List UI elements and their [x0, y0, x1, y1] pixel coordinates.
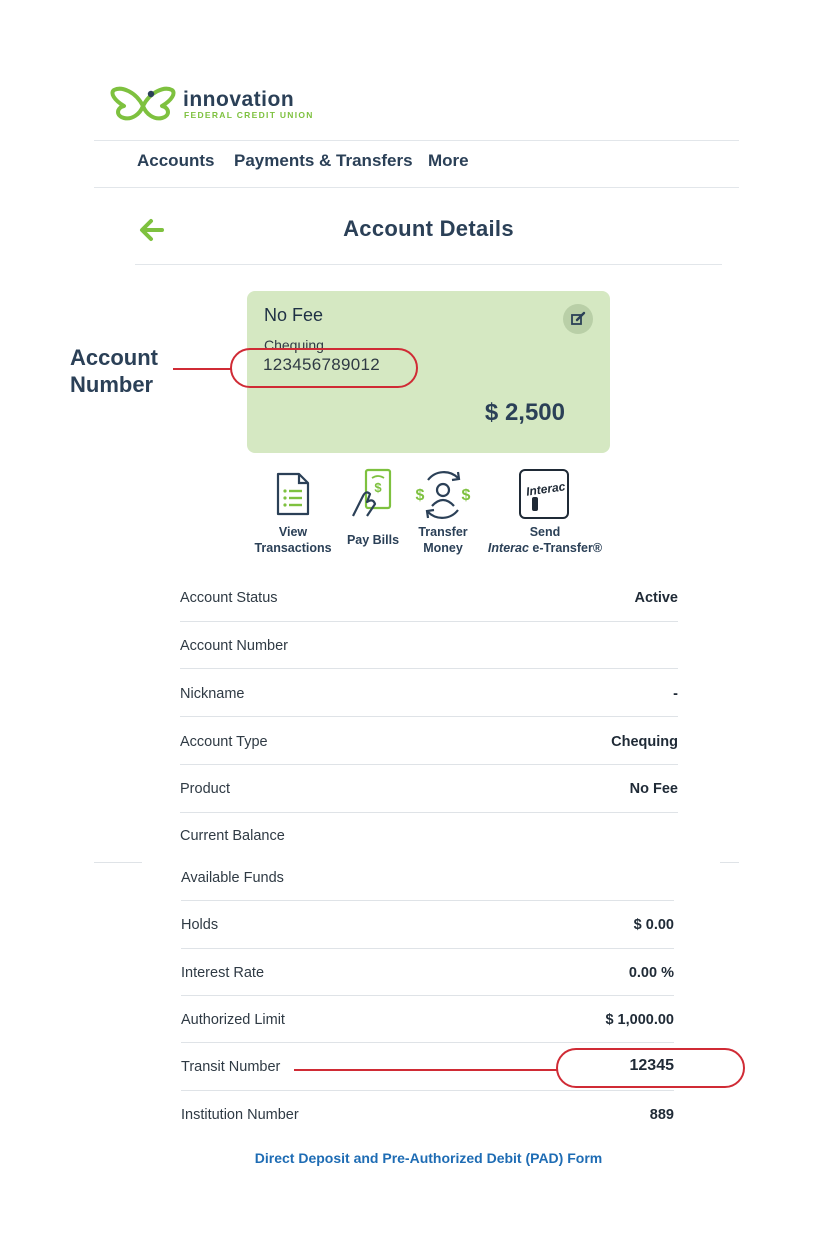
detail-value-account-type: Chequing: [611, 734, 678, 750]
card-balance: $ 2,500: [484, 399, 565, 426]
document-list-icon: [276, 472, 310, 516]
transfer-money-line2: Money: [423, 541, 463, 555]
detail-value-institution-number: 889: [649, 1107, 674, 1123]
detail-label-authorized-limit: Authorized Limit: [181, 1012, 285, 1028]
detail-separator: [180, 764, 678, 765]
annotation-label-line1: Account: [70, 345, 158, 370]
header-divider-top: [94, 140, 739, 141]
detail-value-product: No Fee: [629, 781, 678, 797]
nav-more[interactable]: More: [428, 151, 469, 171]
svg-text:$: $: [416, 487, 425, 504]
interac-brand-text: Interac: [487, 541, 529, 555]
detail-label-current-balance: Current Balance: [180, 828, 285, 844]
view-transactions-button[interactable]: View Transactions: [250, 468, 336, 558]
title-divider: [135, 264, 722, 265]
page-title: Account Details: [343, 216, 514, 241]
svg-text:$: $: [462, 487, 471, 504]
butterfly-logo-icon: [110, 86, 176, 121]
interac-icon: Interac: [519, 469, 569, 519]
nav-payments-transfers[interactable]: Payments & Transfers: [234, 151, 413, 171]
brand-subtitle: FEDERAL CREDIT UNION: [184, 110, 314, 120]
detail-separator: [180, 812, 678, 813]
detail-separator: [180, 621, 678, 622]
interac-icon-text: Interac: [525, 479, 567, 499]
detail-separator: [181, 995, 674, 996]
detail-value-holds: $ 0.00: [633, 917, 674, 933]
pay-bills-label: Pay Bills: [346, 533, 400, 547]
detail-label-nickname: Nickname: [180, 686, 245, 702]
section-seam-right: [720, 862, 739, 863]
detail-label-transit-number: Transit Number: [181, 1059, 281, 1075]
annotation-account-number-label: Account Number: [70, 344, 158, 398]
detail-label-available-funds: Available Funds: [181, 870, 284, 886]
detail-value-authorized-limit: $ 1,000.00: [605, 1012, 674, 1028]
section-seam-left: [94, 862, 142, 863]
transfer-money-button[interactable]: $ $ Transfer Money: [410, 468, 476, 558]
detail-separator: [181, 1090, 674, 1091]
detail-separator: [180, 716, 678, 717]
send-etransfer-line1: Send: [529, 525, 561, 539]
detail-value-account-status: Active: [634, 590, 678, 606]
detail-label-account-status: Account Status: [180, 590, 278, 606]
annotation-label-line2: Number: [70, 372, 154, 397]
pay-bills-button[interactable]: $ Pay Bills: [342, 468, 404, 558]
detail-label-interest-rate: Interest Rate: [181, 965, 265, 981]
annotation-line-account-number: [173, 368, 232, 370]
transfer-money-icon: $ $: [416, 471, 471, 519]
view-transactions-line1: View: [278, 525, 308, 539]
send-etransfer-line2: Interac e-Transfer®: [482, 540, 608, 556]
svg-text:$: $: [374, 480, 382, 495]
detail-label-holds: Holds: [181, 917, 219, 933]
annotation-oval-transit-number: [556, 1048, 745, 1088]
view-transactions-line2: Transactions: [254, 541, 332, 555]
detail-separator: [181, 1042, 674, 1043]
nav-divider: [94, 187, 739, 188]
interac-hand-shape: [532, 497, 538, 511]
detail-separator: [180, 668, 678, 669]
detail-label-account-type: Account Type: [180, 734, 268, 750]
detail-value-nickname: -: [673, 686, 678, 702]
detail-separator: [181, 900, 674, 901]
etransfer-text: e-Transfer®: [528, 541, 603, 555]
nav-accounts[interactable]: Accounts: [137, 151, 214, 171]
send-interac-etransfer-button[interactable]: Interac Send Interac e-Transfer®: [482, 468, 608, 558]
detail-label-institution-number: Institution Number: [181, 1107, 299, 1123]
annotation-oval-account-number: [230, 348, 418, 388]
detail-separator: [181, 948, 674, 949]
transfer-money-line1: Transfer: [418, 525, 468, 539]
detail-label-product: Product: [180, 781, 230, 797]
edit-icon: [571, 311, 586, 325]
brand-name: innovation: [183, 88, 295, 111]
card-account-name: No Fee: [264, 305, 324, 325]
edit-nickname-button[interactable]: [563, 304, 593, 334]
detail-label-account-number: Account Number: [180, 638, 288, 654]
annotation-line-transit-number: [294, 1069, 558, 1071]
pay-bills-icon: $: [352, 468, 392, 517]
detail-value-interest-rate: 0.00 %: [628, 965, 674, 981]
pad-form-link[interactable]: Direct Deposit and Pre-Authorized Debit …: [0, 1150, 833, 1166]
